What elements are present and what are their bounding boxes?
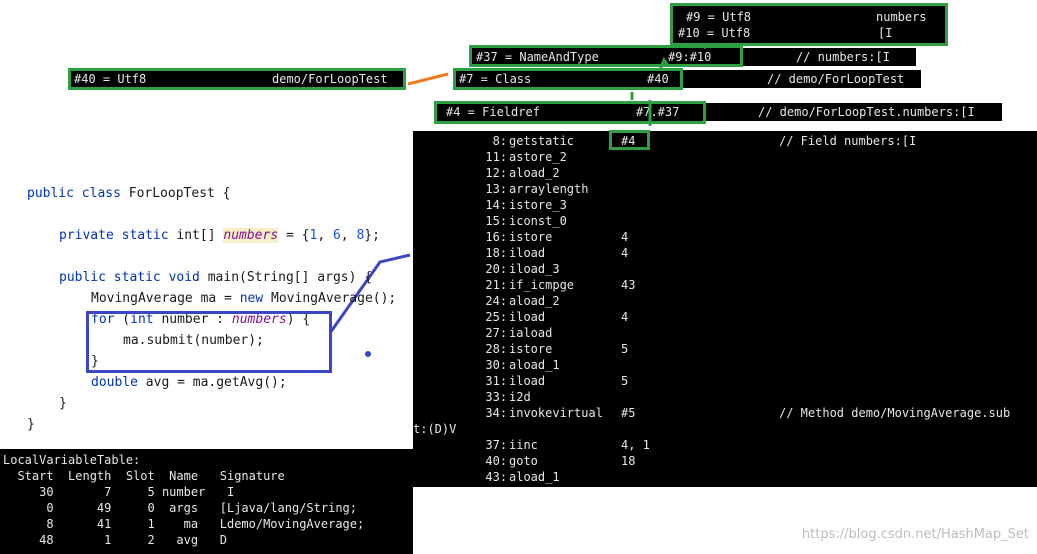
bytecode-op: istore — [509, 342, 553, 356]
bytecode-offset: 14: — [485, 198, 508, 212]
bytecode-op: iload — [509, 246, 546, 260]
bytecode-op: aload_2 — [509, 294, 560, 308]
bytecode-offset: 13: — [485, 182, 508, 196]
bytecode-offset: 21: — [485, 278, 508, 292]
code-line-main: public static void main(String[] args) { — [59, 270, 373, 285]
orange-arrow — [407, 72, 449, 86]
watermark: https://blog.csdn.net/HashMap_Set — [801, 527, 1029, 542]
bytecode-op: getstatic — [509, 134, 575, 148]
lvt-row: 0 49 0 args [Ljava/lang/String; — [3, 501, 358, 515]
lvt-row: 8 41 1 ma Ldemo/MovingAverage; — [3, 517, 365, 531]
bytecode-arg: 43 — [621, 278, 636, 292]
bytecode-offset: 27: — [485, 326, 508, 340]
bytecode-op: aload_1 — [509, 358, 560, 372]
lvt-row: 30 7 5 number I — [3, 485, 235, 499]
code-line-close-main: } — [59, 396, 67, 411]
bytecode-op: goto — [509, 454, 538, 468]
bytecode-op: iaload — [509, 326, 553, 340]
bytecode-offset: 40: — [485, 454, 508, 468]
bytecode-op: iinc — [509, 438, 538, 452]
blue-highlight-for-loop — [86, 311, 332, 373]
bytecode-arg: #5 — [621, 406, 636, 420]
code-line-avg: double avg = ma.getAvg(); — [91, 375, 287, 390]
bytecode-arg: 5 — [621, 374, 629, 388]
bytecode-offset: 43: — [485, 470, 508, 484]
green-highlight-getstatic-ref — [609, 130, 650, 150]
bytecode-offset: 33: — [485, 390, 508, 404]
bytecode-offset: 37: — [485, 438, 508, 452]
code-line-field: private static int[] numbers = {1, 6, 8}… — [59, 228, 380, 243]
code-line-new: MovingAverage ma = new MovingAverage(); — [91, 291, 397, 306]
code-line-class: public class ForLoopTest { — [27, 186, 231, 201]
bytecode-offset: 34: — [485, 406, 508, 420]
bytecode-op: astore_2 — [509, 150, 567, 164]
bytecode-offset: 30: — [485, 358, 508, 372]
bytecode-arg: 4, 1 — [621, 438, 650, 452]
bytecode-op: istore — [509, 230, 553, 244]
bytecode-op: i2d — [509, 390, 531, 404]
lvt-row: 48 1 2 avg D — [3, 533, 227, 547]
bytecode-offset: 28: — [485, 342, 508, 356]
bytecode-op: istore_3 — [509, 198, 567, 212]
bytecode-op: iconst_0 — [509, 214, 567, 228]
bytecode-op: aload_1 — [509, 470, 560, 484]
bytecode-comment: // Field numbers:[I — [779, 134, 917, 148]
bytecode-op: iload_3 — [509, 262, 560, 276]
bytecode-arg: 18 — [621, 454, 636, 468]
bytecode-op: arraylength — [509, 182, 589, 196]
bytecode-arg: 5 — [621, 342, 629, 356]
bytecode-offset: 24: — [485, 294, 508, 308]
bytecode-arg: 4 — [621, 310, 629, 324]
bytecode-offset: 31: — [485, 374, 508, 388]
bytecode-op: iload — [509, 310, 546, 324]
green-link-nat — [658, 56, 670, 71]
bytecode-op: if_icmpge — [509, 278, 575, 292]
lvt-title: LocalVariableTable: — [3, 453, 141, 467]
bytecode-offset: 15: — [485, 214, 508, 228]
bytecode-offset: 8: — [492, 134, 508, 148]
green-link-utf8 — [699, 42, 707, 50]
bytecode-wrap: t:(D)V — [413, 422, 457, 436]
bytecode-offset: 12: — [485, 166, 508, 180]
bytecode-offset: 16: — [485, 230, 508, 244]
code-line-close-class: } — [27, 417, 35, 432]
bytecode-offset: 11: — [485, 150, 508, 164]
bytecode-op: invokevirtual — [509, 406, 603, 420]
bytecode-arg: 4 — [621, 230, 629, 244]
bytecode-op: aload_2 — [509, 166, 560, 180]
bytecode-arg: 4 — [621, 246, 629, 260]
bytecode-offset: 20: — [485, 262, 508, 276]
bytecode-op: iload — [509, 374, 546, 388]
bytecode-offset: 18: — [485, 246, 508, 260]
local-variable-table: LocalVariableTable: Start Length Slot Na… — [0, 449, 413, 554]
lvt-header: Start Length Slot Name Signature — [3, 469, 285, 483]
bytecode-comment: // Method demo/MovingAverage.sub — [779, 406, 1011, 420]
bytecode-offset: 25: — [485, 310, 508, 324]
bytecode-listing: 8: getstatic #4// Field numbers:[I 11: astor… — [413, 131, 1037, 487]
